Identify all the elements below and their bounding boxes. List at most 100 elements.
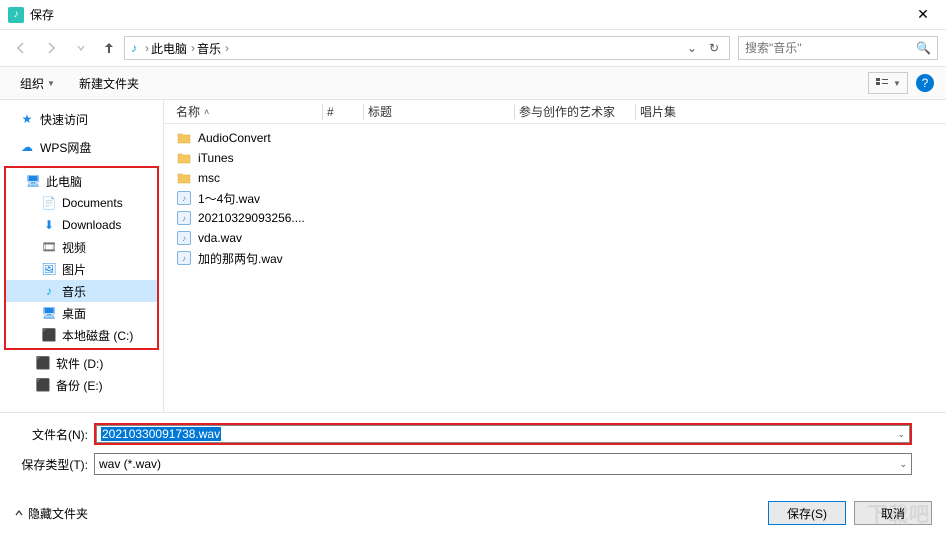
file-list: AudioConvert iTunes msc ♪ 1～4句.wav♪202103290… [164,124,946,412]
new-folder-button[interactable]: 新建文件夹 [71,71,147,96]
filename-input[interactable]: 20210330091738.wav ⌄ [96,425,910,443]
file-item[interactable]: ♪20210329093256.... [172,208,938,228]
window-title: 保存 [30,6,908,23]
filetype-row: 保存类型(T): wav (*.wav) ⌄ [14,453,932,475]
filetype-select[interactable]: wav (*.wav) ⌄ [94,453,912,475]
search-box[interactable]: 🔍 [738,36,938,60]
disk-icon: ⬛ [42,328,56,342]
filename-dropdown[interactable]: ⌄ [897,429,905,440]
chevron-up-icon [14,508,24,518]
file-item[interactable]: iTunes [172,148,938,168]
file-item[interactable]: ♪加的那两句.wav [172,248,938,268]
sort-arrow-icon: ˄ [204,107,209,117]
file-item[interactable]: msc [172,168,938,188]
up-button[interactable] [98,37,120,59]
filename-label: 文件名(N): [14,426,88,443]
forward-button[interactable] [38,35,64,61]
column-number[interactable]: # [323,105,363,119]
filename-value: 20210330091738.wav [101,427,221,441]
search-icon[interactable]: 🔍 [916,41,931,55]
column-label: 唱片集 [640,103,676,120]
nav-bar: ♪ › 此电脑 › 音乐 › ⌄ ↻ 🔍 [0,30,946,66]
column-artist[interactable]: 参与创作的艺术家 [515,103,635,120]
view-options-button[interactable]: ▼ [868,72,908,94]
sidebar-item-label: 快速访问 [40,111,88,128]
sidebar-item-label: 视频 [62,239,86,256]
file-name: 1～4句.wav [198,190,260,207]
sidebar-item-wps[interactable]: ☁ WPS网盘 [0,136,163,158]
sidebar-item-pictures[interactable]: 🖼 图片 [6,258,157,280]
hide-folders-label: 隐藏文件夹 [28,505,88,522]
close-button[interactable]: ✕ [908,6,938,23]
hide-folders-button[interactable]: 隐藏文件夹 [14,505,88,522]
dropdown-icon: ▼ [47,79,55,88]
sidebar-item-local-c[interactable]: ⬛ 本地磁盘 (C:) [6,324,157,346]
dialog-body: ★ 快速访问 ☁ WPS网盘 🖥 此电脑 📄 Documents ⬇ Downl… [0,100,946,412]
refresh-button[interactable]: ↻ [705,41,723,55]
app-icon: ♪ [8,7,24,23]
cancel-label: 取消 [881,505,905,522]
view-icon [875,77,891,89]
sidebar-item-soft-d[interactable]: ⬛ 软件 (D:) [0,352,163,374]
cancel-button[interactable]: 取消 [854,501,932,525]
file-item[interactable]: ♪ 1～4句.wav [172,188,938,208]
star-icon: ★ [20,112,34,126]
sidebar-item-label: 此电脑 [46,173,82,190]
main-panel: 名称 ˄ # 标题 参与创作的艺术家 唱片集 AudioConvert iTune… [164,100,946,412]
filetype-label: 保存类型(T): [14,456,88,473]
column-title[interactable]: 标题 [364,103,514,120]
file-item[interactable]: ♪vda.wav [172,228,938,248]
file-name: iTunes [198,151,234,165]
sidebar-item-label: 桌面 [62,305,86,322]
download-icon: ⬇ [42,218,56,232]
sidebar-item-documents[interactable]: 📄 Documents [6,192,157,214]
address-bar[interactable]: ♪ › 此电脑 › 音乐 › ⌄ ↻ [124,36,730,60]
filename-row: 文件名(N): 20210330091738.wav ⌄ [14,423,932,445]
column-label: 参与创作的艺术家 [519,103,615,120]
file-item[interactable]: AudioConvert [172,128,938,148]
breadcrumb-sep: › [145,41,149,55]
back-button[interactable] [8,35,34,61]
sidebar-item-quick-access[interactable]: ★ 快速访问 [0,108,163,130]
sidebar-item-downloads[interactable]: ⬇ Downloads [6,214,157,236]
breadcrumb-sep: › [225,41,229,55]
desktop-icon: 🖥 [42,306,56,320]
save-button[interactable]: 保存(S) [768,501,846,525]
column-name[interactable]: 名称 ˄ [172,103,322,120]
footer: 隐藏文件夹 保存(S) 取消 [0,493,946,533]
sidebar-item-label: 备份 (E:) [56,377,103,394]
disk-icon: ⬛ [36,378,50,392]
file-name: 加的那两句.wav [198,250,283,267]
sidebar-item-label: Documents [62,196,123,210]
pc-icon: 🖥 [26,174,40,188]
sidebar-item-label: Downloads [62,218,121,232]
sidebar-item-label: 图片 [62,261,86,278]
address-dropdown[interactable]: ⌄ [683,41,701,55]
wav-file-icon: ♪ [176,231,192,245]
video-icon: 🎞 [42,240,56,254]
organize-button[interactable]: 组织 ▼ [12,71,63,96]
sidebar-item-backup-e[interactable]: ⬛ 备份 (E:) [0,374,163,396]
music-location-icon: ♪ [131,41,137,55]
folder-icon [176,132,192,144]
filetype-dropdown[interactable]: ⌄ [899,459,907,470]
breadcrumb-thispc[interactable]: 此电脑 [151,40,187,57]
folder-icon [176,172,192,184]
column-album[interactable]: 唱片集 [636,103,736,120]
help-button[interactable]: ? [916,74,934,92]
title-bar: ♪ 保存 ✕ [0,0,946,30]
breadcrumb-music[interactable]: 音乐 [197,40,221,57]
disk-icon: ⬛ [36,356,50,370]
organize-label: 组织 [20,75,44,92]
sidebar-item-videos[interactable]: 🎞 视频 [6,236,157,258]
new-folder-label: 新建文件夹 [79,75,139,92]
music-icon: ♪ [42,284,56,298]
wav-file-icon: ♪ [176,191,192,205]
sidebar-item-desktop[interactable]: 🖥 桌面 [6,302,157,324]
toolbar: 组织 ▼ 新建文件夹 ▼ ? [0,66,946,100]
sidebar-item-music[interactable]: ♪ 音乐 [6,280,157,302]
recent-dropdown[interactable] [68,35,94,61]
search-input[interactable] [745,41,916,55]
sidebar-item-this-pc[interactable]: 🖥 此电脑 [6,170,157,192]
save-label: 保存(S) [787,505,827,522]
